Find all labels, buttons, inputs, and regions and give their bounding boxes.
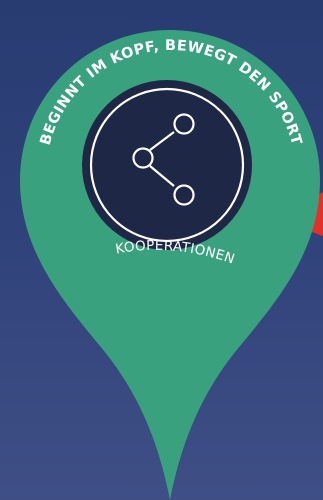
inner-disc: [82, 80, 252, 250]
location-pin-badge: BEGINNT IM KOPF, BEWEGT DEN SPORT KOOPER…: [20, 30, 323, 500]
pin-badge-stage: BEGINNT IM KOPF, BEWEGT DEN SPORT KOOPER…: [0, 0, 323, 500]
